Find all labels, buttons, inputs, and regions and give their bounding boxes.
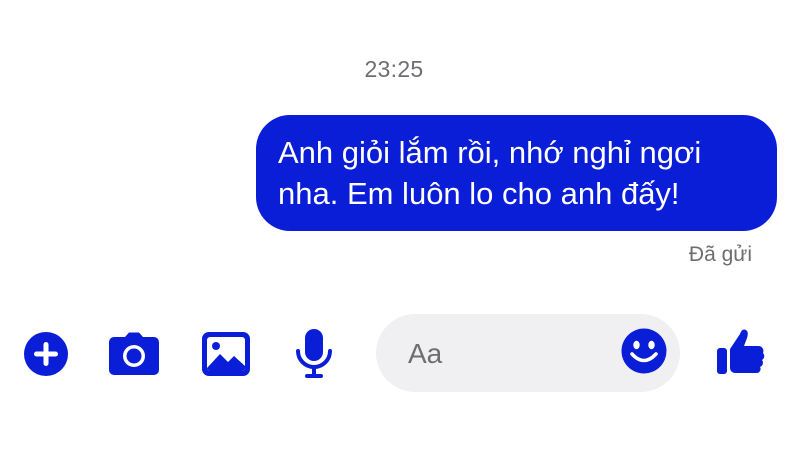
image-icon (202, 332, 250, 376)
like-button[interactable] (714, 324, 768, 378)
camera-button[interactable] (108, 328, 160, 380)
chat-screen: 23:25 Anh giỏi lắm rồi, nhớ nghỉ ngơi nh… (0, 0, 800, 455)
emoji-button[interactable] (620, 327, 668, 375)
message-timestamp: 23:25 (364, 56, 424, 82)
gallery-button[interactable] (200, 328, 252, 380)
message-status: Đã gửi (688, 243, 752, 266)
camera-icon (109, 332, 159, 375)
sent-message-bubble[interactable]: Anh giỏi lắm rồi, nhớ nghỉ ngơi nha. Em … (256, 115, 777, 231)
add-button[interactable] (20, 328, 72, 380)
microphone-button[interactable] (288, 328, 340, 380)
plus-icon (24, 332, 68, 376)
message-input[interactable] (406, 333, 610, 375)
thumbs-up-icon (717, 329, 765, 374)
emoji-icon (621, 328, 667, 374)
microphone-icon (296, 329, 332, 378)
